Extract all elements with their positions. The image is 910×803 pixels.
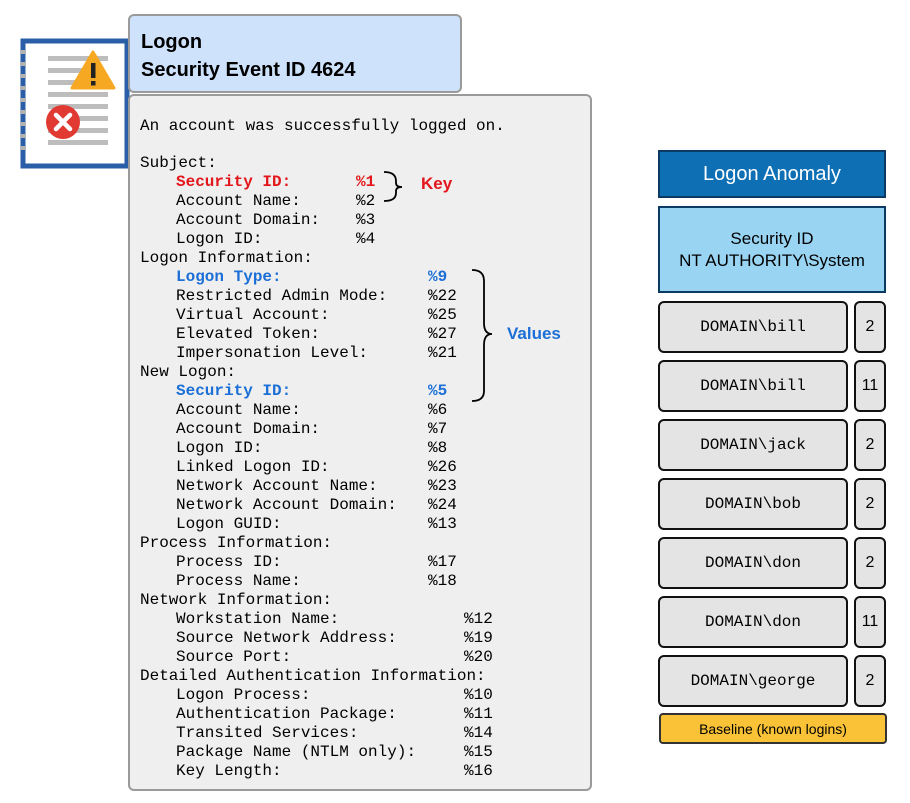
event-field-value: %11 <box>464 705 493 723</box>
event-field-value: %25 <box>428 306 457 324</box>
event-field-value: %27 <box>428 325 457 343</box>
event-field-label: Logon GUID: <box>176 515 282 533</box>
event-field-value: %19 <box>464 629 493 647</box>
event-field-label: Workstation Name: <box>176 610 340 628</box>
login-account-name: DOMAIN\george <box>658 655 848 707</box>
event-field-value: %9 <box>428 268 448 286</box>
event-section-label: Logon Information: <box>140 249 313 267</box>
event-field-label: Virtual Account: <box>176 306 330 324</box>
event-subtitle: Security Event ID 4624 <box>141 59 356 81</box>
login-row: DOMAIN\don 2 <box>658 537 886 589</box>
login-row: DOMAIN\don 11 <box>658 596 886 648</box>
event-field-label: Logon Type: <box>176 268 282 286</box>
event-field-value: %24 <box>428 496 457 514</box>
login-row: DOMAIN\bill 2 <box>658 301 886 353</box>
login-count: 2 <box>854 301 886 353</box>
event-field-value: %26 <box>428 458 457 476</box>
event-field-label: Network Account Name: <box>176 477 378 495</box>
event-field-label: Transited Services: <box>176 724 359 742</box>
event-section-label: Network Information: <box>140 591 333 609</box>
event-field-value: %7 <box>428 420 448 438</box>
event-field-label: Account Name: <box>176 401 301 419</box>
event-field-label: Elevated Token: <box>176 325 321 343</box>
event-title-box: Logon Security Event ID 4624 <box>128 14 462 93</box>
security-id-label: Security ID <box>730 228 814 248</box>
logon-anomaly-header: Logon Anomaly <box>658 150 886 198</box>
event-field-value: %14 <box>464 724 493 742</box>
event-field-label: Process ID: <box>176 553 282 571</box>
event-field-value: %5 <box>428 382 448 400</box>
login-account-name: DOMAIN\bill <box>658 360 848 412</box>
values-label: Values <box>507 324 561 343</box>
event-field-label: Security ID: <box>176 382 292 400</box>
login-row: DOMAIN\jack 2 <box>658 419 886 471</box>
event-field-label: Key Length: <box>176 762 282 780</box>
event-field-value: %12 <box>464 610 493 628</box>
event-field-label: Restricted Admin Mode: <box>176 287 388 305</box>
document-warning-icon <box>20 38 130 169</box>
event-field-value: %15 <box>464 743 493 761</box>
event-field-label: Source Network Address: <box>176 629 397 647</box>
event-field-value: %16 <box>464 762 493 780</box>
event-field-value: %10 <box>464 686 493 704</box>
event-field-label: Source Port: <box>176 648 292 666</box>
event-field-value: %3 <box>356 211 376 229</box>
event-field-value: %1 <box>356 173 376 191</box>
event-field-label: Account Domain: <box>176 211 321 229</box>
login-count: 11 <box>854 596 886 648</box>
event-field-label: Linked Logon ID: <box>176 458 330 476</box>
event-field-label: Logon ID: <box>176 439 263 457</box>
event-field-label: Logon ID: <box>176 230 263 248</box>
event-field-label: Process Name: <box>176 572 301 590</box>
login-account-name: DOMAIN\don <box>658 537 848 589</box>
event-field-value: %22 <box>428 287 457 305</box>
event-field-label: Logon Process: <box>176 686 311 704</box>
event-field-value: %2 <box>356 192 376 210</box>
login-account-name: DOMAIN\bob <box>658 478 848 530</box>
event-field-value: %20 <box>464 648 493 666</box>
event-field-value: %18 <box>428 572 457 590</box>
login-count: 11 <box>854 360 886 412</box>
event-section-label: Subject: <box>140 154 217 172</box>
event-section-label: Detailed Authentication Information: <box>140 667 486 685</box>
key-label: Key <box>421 174 453 193</box>
event-field-value: %6 <box>428 401 448 419</box>
login-account-name: DOMAIN\bill <box>658 301 848 353</box>
login-account-name: DOMAIN\jack <box>658 419 848 471</box>
event-field-label: Network Account Domain: <box>176 496 397 514</box>
security-id-box: Security ID NT AUTHORITY\System <box>658 206 886 293</box>
event-field-label: Account Domain: <box>176 420 321 438</box>
event-section-label: New Logon: <box>140 363 237 381</box>
event-field-label: Package Name (NTLM only): <box>176 743 417 761</box>
event-field-value: %8 <box>428 439 448 457</box>
baseline-legend: Baseline (known logins) <box>659 713 887 744</box>
event-field-label: Security ID: <box>176 173 292 191</box>
login-row: DOMAIN\bill 11 <box>658 360 886 412</box>
event-section-label: Process Information: <box>140 534 333 552</box>
security-id-value: NT AUTHORITY\System <box>679 250 865 270</box>
login-account-name: DOMAIN\don <box>658 596 848 648</box>
event-field-value: %4 <box>356 230 376 248</box>
event-field-label: Impersonation Level: <box>176 344 369 362</box>
event-title: Logon <box>141 31 203 53</box>
login-row: DOMAIN\george 2 <box>658 655 886 707</box>
event-field-value: %17 <box>428 553 457 571</box>
login-count: 2 <box>854 655 886 707</box>
event-field-value: %23 <box>428 477 457 495</box>
event-field-label: Authentication Package: <box>176 705 397 723</box>
login-count: 2 <box>854 537 886 589</box>
event-field-label: Account Name: <box>176 192 301 210</box>
event-field-value: %13 <box>428 515 457 533</box>
login-count: 2 <box>854 478 886 530</box>
login-row: DOMAIN\bob 2 <box>658 478 886 530</box>
event-field-value: %21 <box>428 344 457 362</box>
login-count: 2 <box>854 419 886 471</box>
